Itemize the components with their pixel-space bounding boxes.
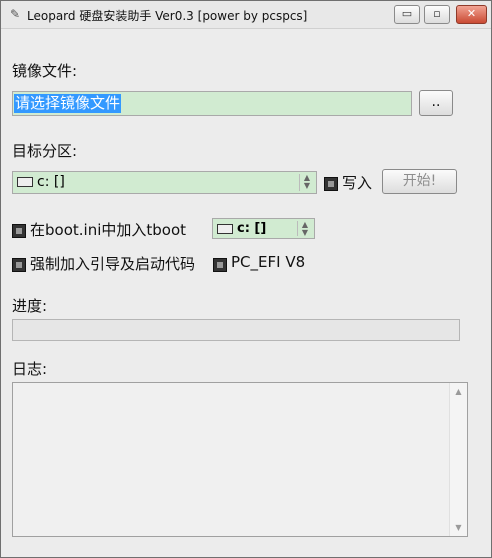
image-file-label: 镜像文件: <box>12 62 78 80</box>
log-textarea[interactable]: ▲ ▼ <box>12 382 468 537</box>
close-button[interactable]: ✕ <box>456 5 487 24</box>
progress-label: 进度: <box>12 297 48 315</box>
boot-drive-value: c: [] <box>237 221 267 236</box>
target-partition-select[interactable]: c: [] ▲ ▼ <box>12 171 317 194</box>
log-scrollbar[interactable]: ▲ ▼ <box>449 383 467 536</box>
pc-efi-label: PC_EFI V8 <box>231 253 306 271</box>
window-title: Leopard 硬盘安装助手 Ver0.3 [power by pcspcs] <box>27 9 308 23</box>
app-window: ✎ Leopard 硬盘安装助手 Ver0.3 [power by pcspcs… <box>0 0 492 558</box>
scroll-up-icon[interactable]: ▲ <box>450 383 467 400</box>
force-boot-code-checkbox[interactable] <box>12 258 26 272</box>
target-partition-label: 目标分区: <box>12 142 78 160</box>
log-label: 日志: <box>12 360 48 378</box>
boot-ini-checkbox[interactable] <box>12 224 26 238</box>
disk-drive-icon <box>217 223 233 234</box>
dropdown-spinner-icon[interactable]: ▲ ▼ <box>299 174 314 191</box>
app-icon: ✎ <box>9 7 21 21</box>
browse-button[interactable]: .. <box>419 90 453 116</box>
start-button[interactable]: 开始! <box>382 169 457 194</box>
write-checkbox-label: 写入 <box>342 174 373 192</box>
disk-drive-icon <box>17 177 33 187</box>
force-boot-code-label: 强制加入引导及启动代码 <box>30 255 196 273</box>
minimize-button[interactable]: ▭ <box>394 5 420 24</box>
boot-ini-label: 在boot.ini中加入tboot <box>30 221 187 239</box>
target-partition-value: c: [] <box>37 174 65 190</box>
boot-drive-select[interactable]: c: [] ▲ ▼ <box>212 218 315 239</box>
dropdown-spinner-icon[interactable]: ▲ ▼ <box>297 221 312 237</box>
pc-efi-checkbox[interactable] <box>213 258 227 272</box>
write-checkbox[interactable] <box>324 177 338 191</box>
image-file-input[interactable]: 请选择镜像文件 <box>12 91 412 116</box>
scroll-down-icon[interactable]: ▼ <box>450 519 467 536</box>
progress-bar <box>12 319 460 341</box>
image-file-input-text: 请选择镜像文件 <box>14 94 122 113</box>
title-bar[interactable]: ✎ Leopard 硬盘安装助手 Ver0.3 [power by pcspcs… <box>1 1 491 29</box>
maximize-button[interactable]: ▫ <box>424 5 450 24</box>
